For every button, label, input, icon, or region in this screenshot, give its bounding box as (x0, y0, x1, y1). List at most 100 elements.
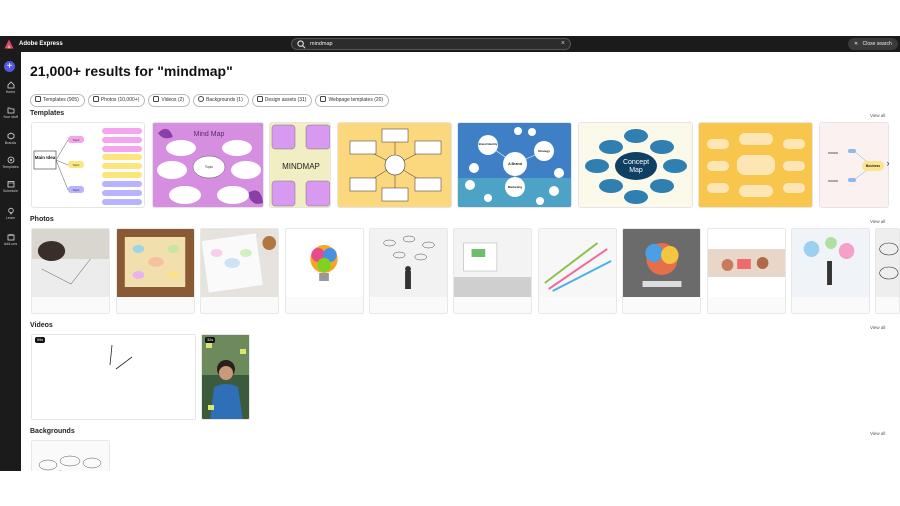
app-title: Adobe Express (19, 41, 63, 47)
photo-tile[interactable] (622, 228, 701, 314)
filter-chip-photos[interactable]: Photos (10,000+) (87, 94, 146, 107)
filter-chip-backgrounds[interactable]: Backgrounds (1) (193, 94, 249, 107)
chip-label: Backgrounds (1) (206, 97, 243, 103)
template-text: Brand Identity (479, 142, 498, 146)
view-all-photos-link[interactable]: View all (870, 219, 885, 224)
rail-item-learn[interactable]: Learn (0, 207, 21, 221)
template-text: Strategy (538, 149, 550, 153)
photo-tile[interactable] (285, 228, 364, 314)
photo-thumbnail (792, 229, 869, 297)
template-text: A Brand (508, 162, 522, 166)
rail-label: Learn (5, 216, 16, 220)
template-card[interactable]: Concept Map (578, 122, 693, 208)
templates-icon (35, 96, 41, 102)
filter-chip-webpage-templates[interactable]: Webpage templates (20) (315, 94, 390, 107)
view-all-backgrounds-link[interactable]: View all (870, 431, 885, 436)
close-search-button[interactable]: ✕ Close search (848, 38, 898, 50)
template-text: Concept (623, 159, 649, 166)
template-text: Business (866, 164, 880, 168)
template-card[interactable] (337, 122, 452, 208)
rail-item-your-stuff[interactable]: Your stuff (0, 106, 21, 120)
photo-thumbnail (370, 229, 447, 297)
folder-icon (7, 107, 14, 114)
chevron-right-icon[interactable]: › (882, 158, 894, 172)
search-bar[interactable]: mindmap × (291, 38, 571, 50)
template-text: MINDMAP (282, 162, 320, 171)
template-card[interactable]: Mind Map Topic (152, 122, 264, 208)
template-card[interactable]: Business (819, 122, 889, 208)
photo-icon (92, 96, 99, 102)
template-text: Topic (205, 165, 213, 169)
rail-label: Schedule (3, 189, 18, 193)
close-icon: ✕ (854, 41, 859, 47)
background-tile[interactable] (31, 440, 110, 471)
templates-icon (7, 156, 14, 164)
lightbulb-icon (7, 207, 14, 215)
view-all-templates-link[interactable]: View all (870, 113, 885, 118)
photo-tile[interactable] (31, 228, 110, 314)
template-thumbnail: A Brand Brand Identity Strategy Marketin… (458, 123, 571, 207)
adobe-express-logo-icon[interactable] (4, 39, 14, 49)
app-window: Adobe Express mindmap × ✕ Close search +… (0, 36, 900, 471)
video-tile[interactable]: 59s (31, 334, 196, 420)
photo-thumbnail (454, 229, 531, 297)
template-card[interactable]: MINDMAP (269, 122, 331, 208)
video-tile[interactable]: 32s (201, 334, 250, 420)
section-title-templates: Templates (30, 110, 65, 117)
photo-tile[interactable] (369, 228, 448, 314)
home-icon (7, 81, 14, 89)
photo-thumbnail (876, 229, 899, 297)
addons-icon (7, 234, 14, 241)
rail-label: Add-ons (3, 242, 18, 246)
photo-tile[interactable] (875, 228, 900, 314)
rail-item-home[interactable]: Home (0, 81, 21, 95)
template-card[interactable]: Main Idea Topic Topic Topic (31, 122, 145, 208)
template-thumbnail (699, 123, 812, 207)
video-thumbnail (202, 335, 249, 419)
video-thumbnail (32, 335, 195, 419)
photo-tile[interactable] (453, 228, 532, 314)
photo-tile[interactable] (200, 228, 279, 314)
filter-chip-videos[interactable]: Videos (2) (148, 94, 191, 107)
filter-chips: Templates (905) Photos (10,000+) Videos (2… (30, 88, 392, 107)
rail-item-schedule[interactable]: Schedule (0, 180, 21, 194)
video-duration-badge: 32s (205, 337, 216, 343)
section-title-photos: Photos (30, 216, 54, 223)
rail-item-brands[interactable]: Brands (0, 132, 21, 146)
clear-search-icon[interactable]: × (561, 39, 565, 49)
rail-item-add-ons[interactable]: Add-ons (0, 233, 21, 247)
top-bar: Adobe Express mindmap × ✕ Close search (0, 36, 900, 52)
photo-tile[interactable] (538, 228, 617, 314)
template-text: Mind Map (194, 131, 225, 138)
chip-label: Design assets (31) (264, 97, 307, 103)
chip-label: Videos (2) (161, 97, 185, 103)
rail-label: Your stuff (3, 115, 18, 119)
rail-label: Brands (4, 141, 17, 145)
create-button[interactable]: + (4, 61, 15, 72)
video-duration-badge: 59s (35, 337, 46, 343)
photo-tile[interactable] (791, 228, 870, 314)
search-input[interactable]: mindmap (310, 39, 333, 49)
filter-chip-design-assets[interactable]: Design assets (31) (251, 94, 313, 107)
photo-tile[interactable] (707, 228, 786, 314)
template-text: Main Idea (35, 155, 56, 160)
chip-label: Webpage templates (20) (328, 97, 384, 103)
search-icon (297, 40, 306, 49)
rail-item-templates[interactable]: Templates (0, 156, 21, 170)
view-all-videos-link[interactable]: View all (870, 325, 885, 330)
background-thumbnail (32, 441, 109, 471)
rail-label: Home (5, 90, 16, 94)
rail-label: Templates (2, 165, 19, 169)
photo-tile[interactable] (116, 228, 195, 314)
filter-chip-templates[interactable]: Templates (905) (30, 94, 85, 107)
close-search-label: Close search (862, 41, 892, 47)
template-thumbnail: Mind Map Topic (153, 123, 263, 207)
section-title-videos: Videos (30, 322, 53, 329)
template-card[interactable]: A Brand Brand Identity Strategy Marketin… (457, 122, 572, 208)
left-rail: + Home Your stuff Brands Templates Sched… (0, 52, 21, 471)
template-thumbnail: Main Idea Topic Topic Topic (33, 128, 142, 205)
template-text: Map (629, 167, 643, 174)
template-card[interactable] (698, 122, 813, 208)
calendar-icon (7, 181, 14, 188)
chip-label: Templates (905) (43, 97, 79, 103)
